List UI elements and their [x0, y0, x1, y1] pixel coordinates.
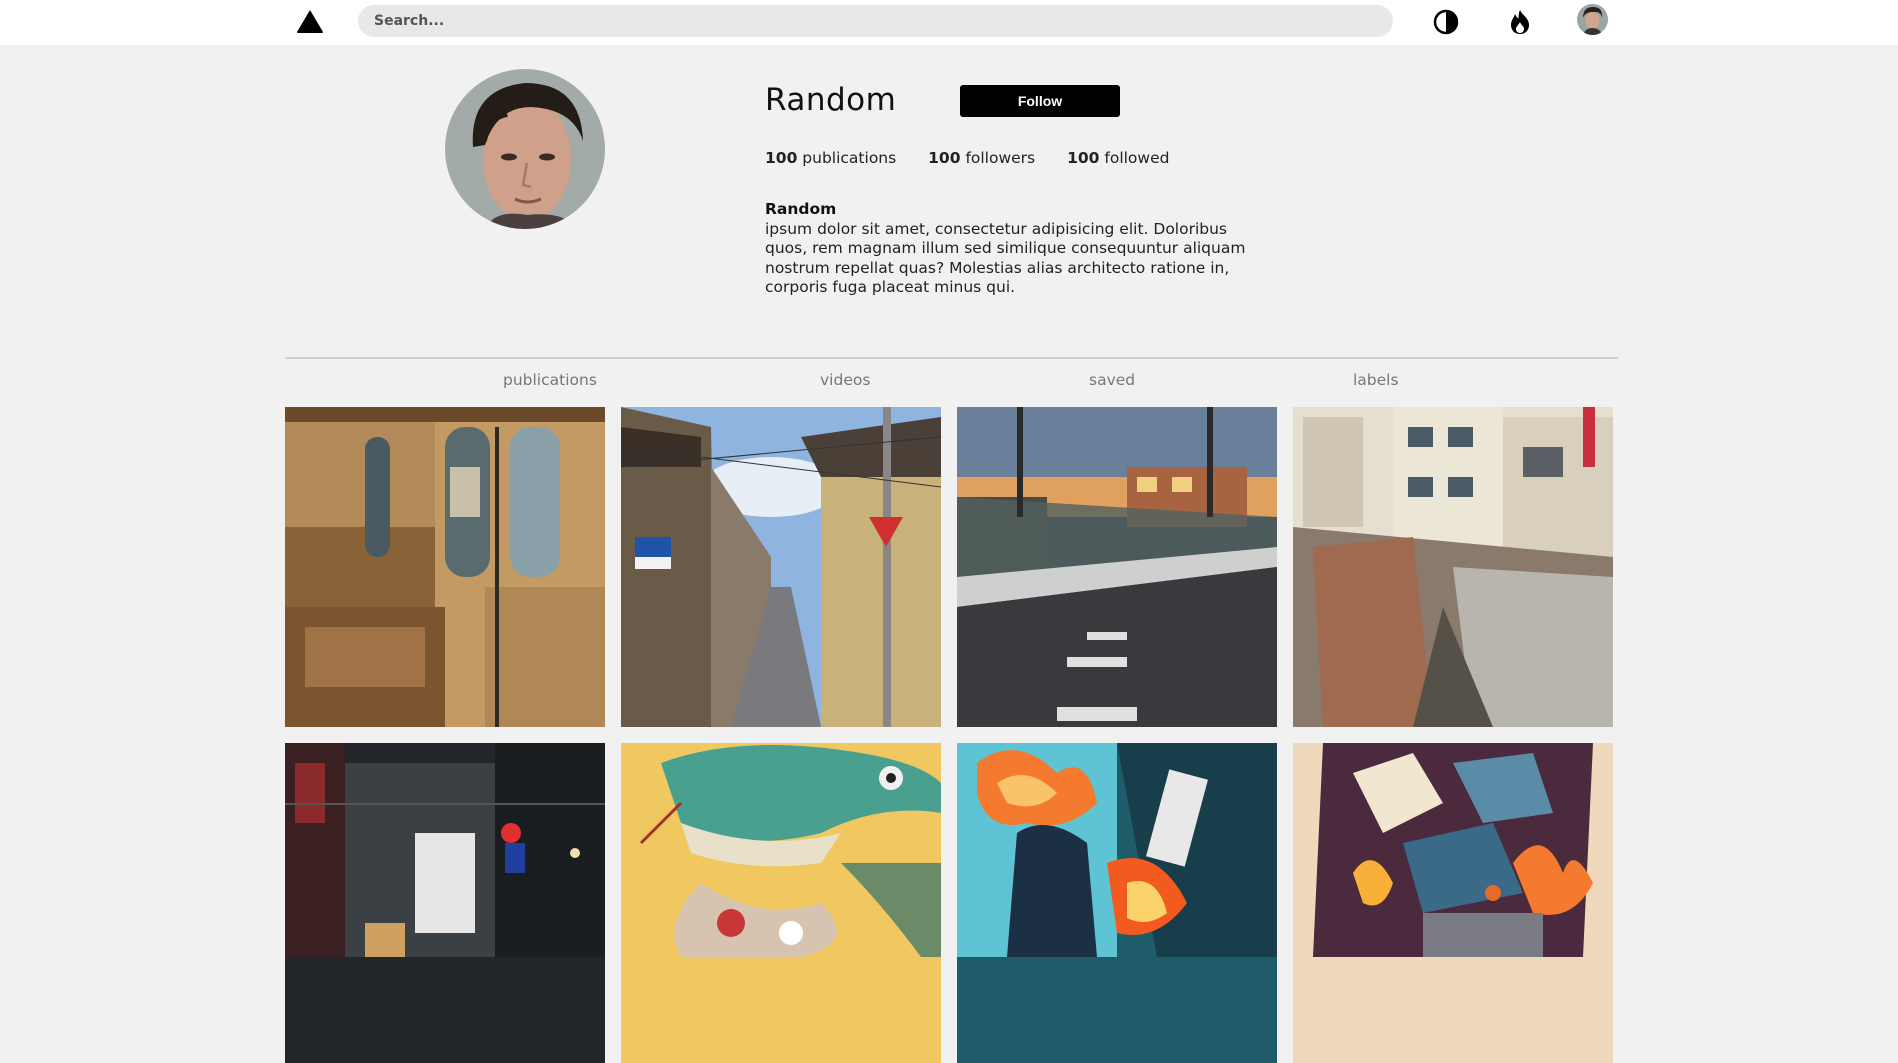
- follow-button[interactable]: Follow: [960, 85, 1120, 117]
- fire-icon[interactable]: [1506, 8, 1534, 36]
- profile-username: Random: [765, 82, 897, 118]
- tabs-divider: [285, 357, 1618, 359]
- gallery-item-battle-illustration[interactable]: [1293, 743, 1613, 1063]
- tab-labels[interactable]: labels: [1353, 371, 1399, 389]
- stat-followed[interactable]: 100 followed: [1067, 149, 1169, 167]
- profile-avatar: [445, 69, 605, 229]
- top-navigation-bar: [0, 0, 1898, 45]
- stat-publications-count: 100: [765, 149, 798, 167]
- tab-publications[interactable]: publications: [503, 371, 597, 389]
- stat-followers-count: 100: [928, 149, 961, 167]
- search-input[interactable]: [358, 5, 1393, 37]
- profile-bio: Random ipsum dolor sit amet, consectetur…: [765, 200, 1265, 298]
- bio-text: ipsum dolor sit amet, consectetur adipis…: [765, 219, 1246, 297]
- stat-followers-label: followers: [965, 149, 1036, 167]
- gallery-item-train-interior[interactable]: [285, 407, 605, 727]
- stat-publications[interactable]: 100 publications: [765, 149, 896, 167]
- user-avatar[interactable]: [1577, 4, 1608, 35]
- stat-followed-label: followed: [1104, 149, 1170, 167]
- stat-publications-label: publications: [802, 149, 897, 167]
- triangle-logo-icon[interactable]: [296, 8, 324, 34]
- profile-stats: 100 publications 100 followers 100 follo…: [765, 149, 1196, 167]
- tab-videos[interactable]: videos: [820, 371, 870, 389]
- bio-name: Random: [765, 200, 837, 218]
- stat-followers[interactable]: 100 followers: [928, 149, 1035, 167]
- stat-followed-count: 100: [1067, 149, 1100, 167]
- tab-saved[interactable]: saved: [1089, 371, 1135, 389]
- gallery-item-crocodile-illustration[interactable]: [621, 743, 941, 1063]
- theme-toggle-icon[interactable]: [1432, 8, 1460, 36]
- gallery-item-explosion-illustration[interactable]: [957, 743, 1277, 1063]
- gallery-item-cliff-buildings[interactable]: [1293, 407, 1613, 727]
- gallery-item-street-alley[interactable]: [621, 407, 941, 727]
- gallery-item-railway-road[interactable]: [957, 407, 1277, 727]
- gallery-item-night-alley[interactable]: [285, 743, 605, 1063]
